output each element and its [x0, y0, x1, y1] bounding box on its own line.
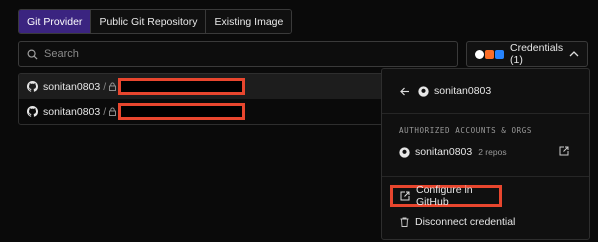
repo-separator: /: [103, 80, 107, 93]
authorized-accounts-section: AUTHORIZED ACCOUNTS & ORGS sonitan0803 2…: [382, 114, 589, 177]
credentials-dropdown-button[interactable]: Credentials (1): [466, 41, 588, 67]
trash-icon: [400, 217, 409, 227]
disconnect-label: Disconnect credential: [415, 216, 516, 228]
external-link-icon: [400, 191, 410, 201]
repo-count: 2 repos: [478, 147, 507, 157]
external-link-icon[interactable]: [559, 146, 569, 156]
redacted-repo-name: [118, 78, 246, 95]
credential-actions: Configure in GitHub Disconnect credentia…: [382, 177, 589, 234]
repo-owner: sonitan0803: [43, 105, 101, 118]
lock-icon: [109, 107, 117, 116]
provider-icons: [475, 49, 504, 59]
github-icon: [475, 49, 484, 59]
repository-list: sonitan0803 / sonitan0803 /: [18, 73, 390, 125]
source-tabs: Git Provider Public Git Repository Exist…: [18, 9, 293, 34]
repo-separator: /: [103, 105, 107, 118]
tab-git-provider[interactable]: Git Provider: [19, 10, 92, 33]
panel-account-name: sonitan0803: [434, 85, 492, 97]
list-item[interactable]: sonitan0803 /: [19, 74, 389, 99]
disconnect-credential-button[interactable]: Disconnect credential: [382, 210, 589, 234]
search-input[interactable]: [44, 48, 444, 60]
back-arrow-icon[interactable]: [400, 87, 410, 96]
configure-label: Configure in GitHub: [416, 184, 473, 208]
configure-in-github-button[interactable]: Configure in GitHub: [390, 184, 502, 208]
credentials-label: Credentials (1): [510, 42, 564, 66]
lock-icon: [109, 82, 117, 91]
list-item[interactable]: sonitan0803 /: [19, 99, 389, 124]
search-box[interactable]: [18, 41, 458, 67]
credentials-panel: sonitan0803 AUTHORIZED ACCOUNTS & ORGS s…: [381, 68, 590, 240]
repo-owner: sonitan0803: [43, 80, 101, 93]
redacted-repo-name: [118, 103, 246, 120]
github-icon: [27, 81, 38, 92]
github-icon: [27, 106, 38, 117]
chevron-up-icon: [569, 51, 579, 57]
tab-public-git-repository[interactable]: Public Git Repository: [91, 10, 207, 33]
github-icon: [399, 146, 410, 158]
account-name: sonitan0803: [415, 146, 473, 158]
panel-header: sonitan0803: [382, 69, 589, 114]
bitbucket-icon: [495, 49, 504, 59]
search-icon: [27, 49, 38, 60]
section-label: AUTHORIZED ACCOUNTS & ORGS: [399, 126, 532, 135]
gitlab-icon: [485, 49, 494, 59]
tab-existing-image[interactable]: Existing Image: [206, 10, 292, 33]
github-icon: [418, 85, 429, 97]
